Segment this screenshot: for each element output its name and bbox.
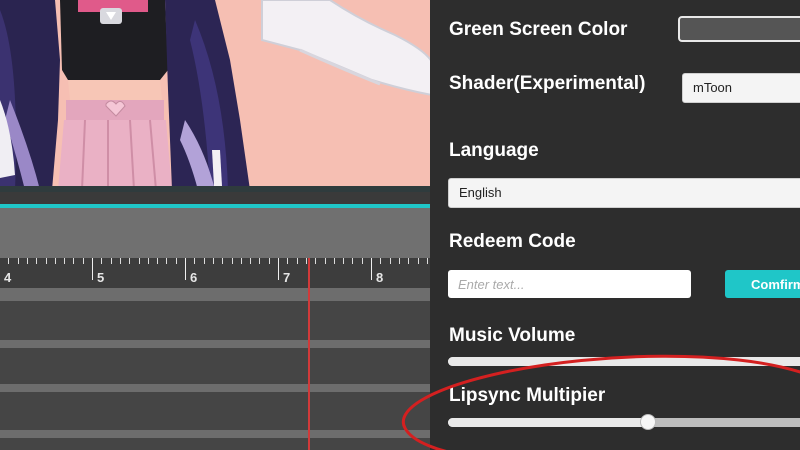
green-screen-color-label: Green Screen Color <box>449 19 628 40</box>
music-volume-label: Music Volume <box>449 325 576 346</box>
ruler-minor-tick <box>417 258 419 264</box>
ruler-minor-tick <box>194 258 196 264</box>
ruler-minor-tick <box>352 258 354 264</box>
ruler-major-tick <box>92 258 93 280</box>
track-row[interactable] <box>0 340 430 348</box>
ruler-minor-tick <box>147 258 149 264</box>
track-row[interactable] <box>0 430 430 438</box>
ruler-minor-tick <box>426 258 428 264</box>
settings-panel: Green Screen Color Shader(Experimental) … <box>430 0 800 450</box>
redeem-code-input[interactable] <box>448 270 691 298</box>
ruler-minor-tick <box>129 258 131 264</box>
track-row[interactable] <box>0 384 430 392</box>
ruler-minor-tick <box>259 258 261 264</box>
redeem-code-label: Redeem Code <box>449 231 576 252</box>
stage-floor <box>0 186 430 192</box>
ruler-minor-tick <box>119 258 121 264</box>
lipsync-multiplier-slider[interactable] <box>448 414 800 430</box>
ruler-minor-tick <box>333 258 335 264</box>
ruler-tick-label: 4 <box>4 270 12 285</box>
ruler-minor-tick <box>175 258 177 264</box>
ruler-minor-tick <box>17 258 19 264</box>
shader-label: Shader(Experimental) <box>449 73 646 94</box>
lipsync-multiplier-label: Lipsync Multipier <box>449 385 606 406</box>
ruler-tick-label: 5 <box>97 270 105 285</box>
ruler-minor-tick <box>45 258 47 264</box>
ruler-minor-tick <box>212 258 214 264</box>
timeline-ruler[interactable]: 4 5 6 7 8 <box>0 258 430 288</box>
ruler-tick-label: 6 <box>190 270 198 285</box>
ruler-tick-label: 8 <box>376 270 384 285</box>
ruler-minor-tick <box>101 258 103 264</box>
ruler-minor-tick <box>231 258 233 264</box>
ruler-major-tick <box>278 258 279 280</box>
ruler-minor-tick <box>26 258 28 264</box>
ruler-minor-tick <box>73 258 75 264</box>
ruler-minor-tick <box>361 258 363 264</box>
timeline-header <box>0 208 430 258</box>
ruler-minor-tick <box>110 258 112 264</box>
ruler-minor-tick <box>8 258 10 264</box>
ruler-minor-tick <box>157 258 159 264</box>
ruler-minor-tick <box>54 258 56 264</box>
track-row[interactable] <box>0 288 430 301</box>
timeline-tracks[interactable] <box>0 288 430 450</box>
ruler-minor-tick <box>315 258 317 264</box>
ruler-minor-tick <box>64 258 66 264</box>
ruler-minor-tick <box>36 258 38 264</box>
ruler-minor-tick <box>138 258 140 264</box>
ruler-minor-tick <box>222 258 224 264</box>
ruler-minor-tick <box>389 258 391 264</box>
ruler-minor-tick <box>240 258 242 264</box>
ruler-minor-tick <box>324 258 326 264</box>
ruler-minor-tick <box>250 258 252 264</box>
ruler-tick-label: 7 <box>283 270 291 285</box>
ruler-minor-tick <box>82 258 84 264</box>
ruler-minor-tick <box>305 258 307 264</box>
ruler-minor-tick <box>408 258 410 264</box>
lipsync-slider-handle[interactable] <box>639 414 656 430</box>
music-volume-slider[interactable] <box>448 357 800 366</box>
avatar-viewport[interactable] <box>0 0 430 190</box>
avatar-character-illustration <box>0 0 430 190</box>
ruler-major-tick <box>185 258 186 280</box>
ruler-minor-tick <box>166 258 168 264</box>
timeline-playhead[interactable] <box>308 258 310 450</box>
ruler-major-tick <box>371 258 372 280</box>
music-volume-fill <box>448 357 800 366</box>
confirm-button[interactable]: Comfirm <box>725 270 800 298</box>
language-dropdown[interactable]: English <box>448 178 800 208</box>
ruler-minor-tick <box>203 258 205 264</box>
ruler-minor-tick <box>268 258 270 264</box>
ruler-minor-tick <box>296 258 298 264</box>
ruler-minor-tick <box>398 258 400 264</box>
ruler-minor-tick <box>380 258 382 264</box>
green-screen-color-picker[interactable] <box>678 16 800 42</box>
ruler-minor-tick <box>287 258 289 264</box>
lipsync-multiplier-fill <box>448 418 648 427</box>
ruler-minor-tick <box>343 258 345 264</box>
shader-dropdown[interactable]: mToon <box>682 73 800 103</box>
language-label: Language <box>449 140 539 161</box>
